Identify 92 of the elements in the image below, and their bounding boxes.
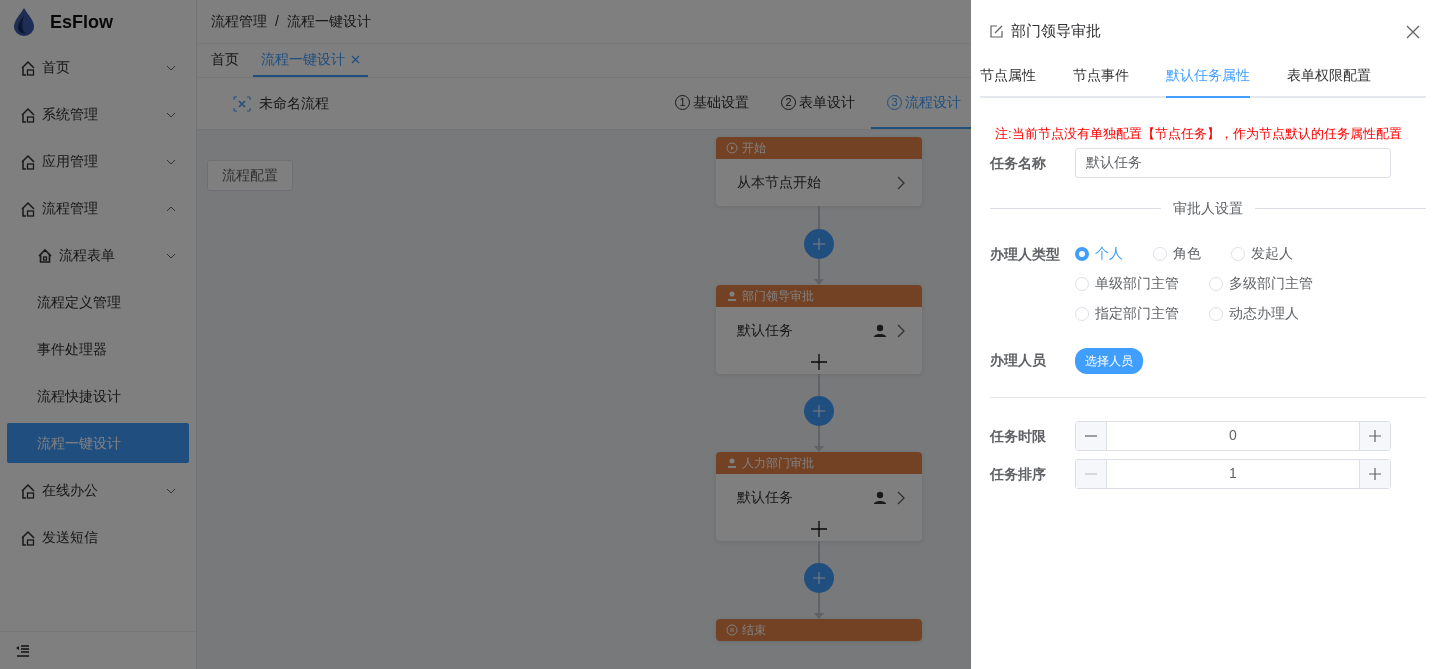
field-label: 任务排序 [990, 464, 1047, 484]
flow-node-card[interactable]: 人力部门审批 默认任务 [715, 452, 922, 541]
menu-item[interactable]: 事件处理器 [0, 326, 196, 373]
menu-item[interactable]: 流程管理 [0, 185, 196, 232]
plus-icon [1369, 429, 1381, 442]
menu-item[interactable]: 流程定义管理 [0, 279, 196, 326]
edit-icon [990, 24, 1003, 38]
field-label: 办理人类型 [990, 244, 1061, 264]
chevron-icon [166, 486, 176, 495]
flow-node-card[interactable]: 部门领导审批 默认任务 [715, 285, 922, 374]
chevron-icon [166, 157, 176, 166]
home-icon [20, 529, 36, 546]
breadcrumb-item: 流程一键设计 [286, 12, 371, 31]
radio-option[interactable]: 多级部门主管 [1209, 268, 1313, 299]
plus-icon[interactable] [810, 354, 827, 370]
menu-item[interactable]: 流程表单 [0, 232, 196, 279]
drawer-tab[interactable]: 节点事件 [1073, 62, 1148, 98]
menu-item[interactable]: 流程快捷设计 [0, 373, 196, 420]
home-icon [37, 247, 53, 264]
home-icon [20, 59, 36, 76]
menu-item[interactable]: 在线办公 [0, 467, 196, 514]
logo-icon [12, 7, 36, 37]
radio-option[interactable]: 个人 [1075, 238, 1123, 269]
radio-option[interactable]: 单级部门主管 [1075, 268, 1179, 299]
process-icon [233, 95, 251, 112]
chevron-icon [166, 63, 176, 72]
field-label: 办理人员 [990, 350, 1047, 370]
close-icon [1406, 24, 1420, 39]
notice-text: 注:当前节点没有单独配置【节点任务】，作为节点默认的任务属性配置 [995, 125, 1403, 143]
close-icon[interactable] [351, 55, 360, 64]
menu-item[interactable]: 系统管理 [0, 91, 196, 138]
plus-icon[interactable] [810, 521, 827, 537]
node-title: 结束 [741, 622, 766, 639]
field-label: 任务时限 [990, 426, 1047, 446]
node-task-text: 从本节点开始 [736, 173, 822, 192]
chevron-icon [166, 110, 176, 119]
user-icon [872, 323, 887, 338]
minus-icon [1085, 472, 1097, 475]
process-name: 未命名流程 [259, 94, 329, 113]
home-icon [20, 482, 36, 499]
flow-node-card[interactable]: 开始 从本节点开始 [715, 137, 922, 206]
task-name-field[interactable]: 默认任务 [1075, 147, 1391, 178]
page-tab[interactable]: 首页 [211, 44, 239, 77]
radio-option[interactable]: 动态办理人 [1209, 298, 1299, 329]
radio-option[interactable]: 角色 [1153, 238, 1201, 269]
select-person-button[interactable]: 选择人员 [1075, 347, 1143, 374]
step-tab[interactable]: 1 基础设置 [659, 78, 765, 129]
process-config-button[interactable]: 流程配置 [207, 160, 293, 191]
chevron-right-icon[interactable] [896, 175, 906, 190]
drawer-tab[interactable]: 节点属性 [980, 62, 1055, 98]
drawer-tab[interactable]: 默认任务属性 [1166, 62, 1250, 98]
number-stepper[interactable]: 1 [1075, 458, 1391, 489]
add-node-button[interactable] [803, 229, 834, 259]
chevron-right-icon[interactable] [896, 490, 906, 505]
add-node-button[interactable] [803, 396, 834, 426]
breadcrumb-separator: / [275, 12, 279, 31]
node-title: 部门领导审批 [741, 288, 814, 305]
step-tab[interactable]: 2 表单设计 [765, 78, 871, 129]
chevron-icon [166, 251, 176, 260]
collapse-icon[interactable] [16, 644, 30, 657]
chevron-right-icon[interactable] [896, 323, 906, 338]
user-icon [872, 490, 887, 505]
section-title: 审批人设置 [1173, 198, 1243, 218]
pause-icon [725, 624, 738, 636]
home-icon [20, 106, 36, 123]
play-icon [725, 142, 738, 154]
minus-icon [1085, 434, 1097, 437]
breadcrumb-item[interactable]: 流程管理 [211, 11, 267, 32]
menu-item[interactable]: 首页 [0, 44, 196, 91]
node-title: 开始 [741, 140, 766, 157]
plus-icon [812, 238, 825, 250]
field-label: 任务名称 [990, 153, 1047, 173]
plus-icon [812, 405, 825, 417]
drawer-title: 部门领导审批 [1011, 20, 1101, 41]
menu-item[interactable]: 发送短信 [0, 514, 196, 561]
node-task-text: 默认任务 [736, 321, 794, 340]
node-task-text: 默认任务 [736, 488, 794, 507]
app-name: EsFlow [50, 10, 113, 34]
add-node-button[interactable] [803, 563, 834, 593]
plus-icon [812, 572, 825, 584]
number-stepper[interactable]: 0 [1075, 420, 1391, 451]
plus-icon [1369, 467, 1381, 480]
node-title: 人力部门审批 [741, 455, 814, 472]
drawer-tab[interactable]: 表单权限配置 [1287, 62, 1390, 98]
radio-option[interactable]: 指定部门主管 [1075, 298, 1179, 329]
chevron-icon [166, 204, 176, 213]
radio-option[interactable]: 发起人 [1231, 238, 1293, 269]
menu-item[interactable]: 应用管理 [0, 138, 196, 185]
home-icon [20, 153, 36, 170]
user-icon [725, 290, 738, 302]
user-icon [725, 457, 738, 469]
home-icon [20, 200, 36, 217]
